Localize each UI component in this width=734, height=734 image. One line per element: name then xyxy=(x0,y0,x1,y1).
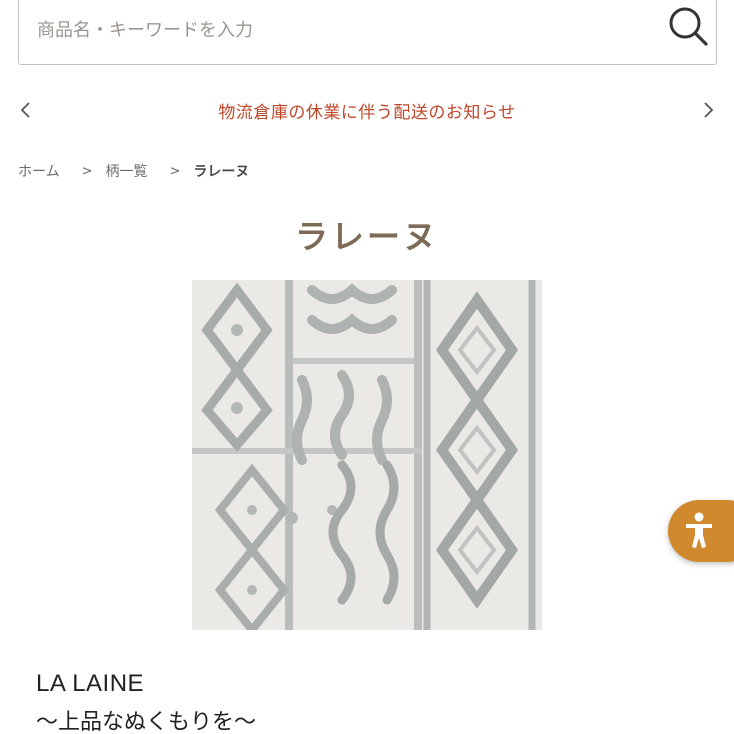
breadcrumb-separator: > xyxy=(169,163,181,179)
page-title: ラレーヌ xyxy=(295,217,439,256)
product-brand-name: LA LAINE xyxy=(36,670,145,697)
breadcrumb-separator: > xyxy=(81,163,93,179)
search-icon xyxy=(669,7,708,46)
search-bar xyxy=(18,0,717,65)
search-button[interactable] xyxy=(663,1,713,53)
knit-pattern-graphic xyxy=(192,280,542,630)
chevron-right-icon xyxy=(704,102,714,118)
breadcrumb-current: ラレーヌ xyxy=(193,164,250,180)
announcement-next-button[interactable] xyxy=(694,96,722,124)
breadcrumb: ホーム > 柄一覧 > ラレーヌ xyxy=(18,160,249,182)
announcement-link[interactable]: 物流倉庫の休業に伴う配送のお知らせ xyxy=(0,98,734,123)
accessibility-button[interactable] xyxy=(668,500,734,562)
search-input[interactable] xyxy=(37,15,617,45)
product-tagline: 〜上品なぬくもりを〜 xyxy=(36,710,257,734)
breadcrumb-home[interactable]: ホーム xyxy=(18,161,60,181)
announcement-bar: 物流倉庫の休業に伴う配送のお知らせ xyxy=(0,88,734,132)
product-pattern-image[interactable] xyxy=(192,280,542,630)
breadcrumb-pattern-list[interactable]: 柄一覧 xyxy=(106,161,148,181)
accessibility-person-icon xyxy=(686,512,712,548)
